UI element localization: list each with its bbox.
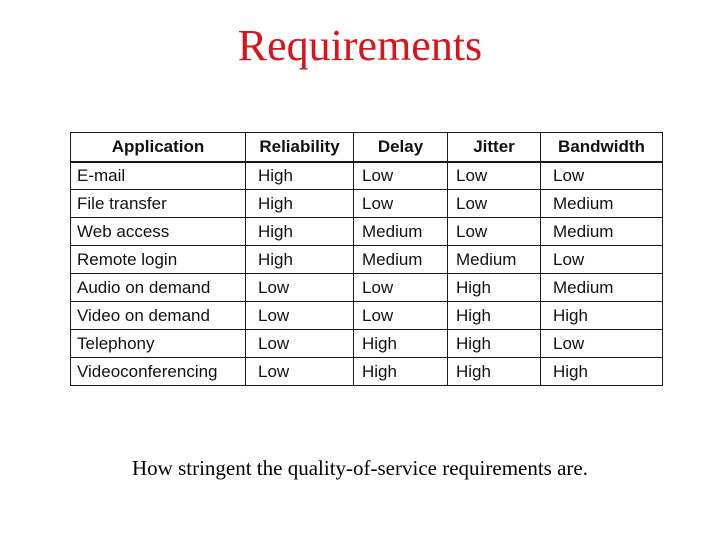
cell-application: Videoconferencing bbox=[70, 357, 246, 386]
cell-application: Video on demand bbox=[70, 301, 246, 330]
table-row: Video on demand Low Low High High bbox=[70, 301, 663, 330]
cell-application: File transfer bbox=[70, 189, 246, 218]
cell-jitter: High bbox=[447, 301, 541, 330]
cell-application: Telephony bbox=[70, 329, 246, 358]
cell-reliability: High bbox=[245, 217, 354, 246]
cell-delay: High bbox=[353, 329, 448, 358]
table-row: Remote login High Medium Medium Low bbox=[70, 245, 663, 274]
cell-bandwidth: Low bbox=[540, 329, 663, 358]
cell-delay: Low bbox=[353, 189, 448, 218]
cell-jitter: Low bbox=[447, 217, 541, 246]
table-row: Telephony Low High High Low bbox=[70, 329, 663, 358]
cell-jitter: Low bbox=[447, 161, 541, 190]
cell-jitter: High bbox=[447, 357, 541, 386]
cell-jitter: Low bbox=[447, 189, 541, 218]
table-row: E-mail High Low Low Low bbox=[70, 161, 663, 190]
header-reliability: Reliability bbox=[245, 132, 354, 163]
qos-requirements-table: Application Reliability Delay Jitter Ban… bbox=[70, 132, 663, 386]
cell-application: Audio on demand bbox=[70, 273, 246, 302]
cell-reliability: Low bbox=[245, 329, 354, 358]
cell-bandwidth: High bbox=[540, 301, 663, 330]
cell-reliability: High bbox=[245, 161, 354, 190]
cell-reliability: Low bbox=[245, 301, 354, 330]
table-row: File transfer High Low Low Medium bbox=[70, 189, 663, 218]
cell-jitter: High bbox=[447, 273, 541, 302]
cell-delay: Medium bbox=[353, 217, 448, 246]
cell-delay: Medium bbox=[353, 245, 448, 274]
cell-bandwidth: Low bbox=[540, 161, 663, 190]
cell-jitter: Medium bbox=[447, 245, 541, 274]
slide-title: Requirements bbox=[237, 21, 483, 70]
slide-caption: How stringent the quality-of-service req… bbox=[131, 456, 588, 480]
cell-application: E-mail bbox=[70, 161, 246, 190]
cell-reliability: Low bbox=[245, 273, 354, 302]
cell-application: Remote login bbox=[70, 245, 246, 274]
table-header-row: Application Reliability Delay Jitter Ban… bbox=[70, 132, 663, 163]
cell-bandwidth: Medium bbox=[540, 217, 663, 246]
cell-delay: Low bbox=[353, 161, 448, 190]
cell-reliability: High bbox=[245, 245, 354, 274]
header-jitter: Jitter bbox=[447, 132, 541, 163]
cell-delay: Low bbox=[353, 273, 448, 302]
cell-jitter: High bbox=[447, 329, 541, 358]
cell-application: Web access bbox=[70, 217, 246, 246]
cell-bandwidth: High bbox=[540, 357, 663, 386]
table-row: Videoconferencing Low High High High bbox=[70, 357, 663, 386]
cell-reliability: Low bbox=[245, 357, 354, 386]
header-application: Application bbox=[70, 132, 246, 163]
cell-reliability: High bbox=[245, 189, 354, 218]
header-bandwidth: Bandwidth bbox=[540, 132, 663, 163]
table-row: Web access High Medium Low Medium bbox=[70, 217, 663, 246]
cell-bandwidth: Low bbox=[540, 245, 663, 274]
table-row: Audio on demand Low Low High Medium bbox=[70, 273, 663, 302]
cell-delay: Low bbox=[353, 301, 448, 330]
cell-delay: High bbox=[353, 357, 448, 386]
cell-bandwidth: Medium bbox=[540, 189, 663, 218]
cell-bandwidth: Medium bbox=[540, 273, 663, 302]
header-delay: Delay bbox=[353, 132, 448, 163]
